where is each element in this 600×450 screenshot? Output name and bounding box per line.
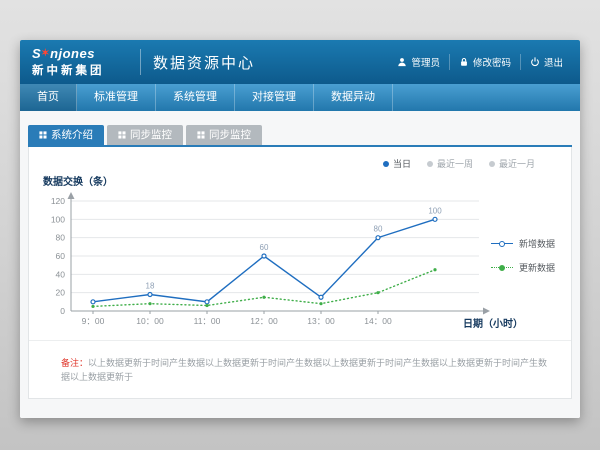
filter-label: 最近一周 [437,157,473,170]
filter-today[interactable]: 当日 [383,157,411,170]
tab-sync-monitor-2[interactable]: 同步监控 [186,125,262,145]
legend-dot-icon [427,161,433,167]
tab-sync-monitor-1[interactable]: 同步监控 [107,125,183,145]
grid-icon [197,131,205,139]
page-title: 数据资源中心 [153,52,255,73]
svg-text:18: 18 [146,282,155,291]
main-nav: 首页 标准管理 系统管理 对接管理 数据异动 [20,84,580,111]
svg-text:40: 40 [56,269,66,279]
nav-item-data-change[interactable]: 数据异动 [314,84,393,111]
legend-dot-icon [489,161,495,167]
filter-label: 最近一月 [499,157,535,170]
admin-user-label: 管理员 [411,55,440,69]
svg-text:14：00: 14：00 [364,316,392,326]
svg-text:12：00: 12：00 [250,316,278,326]
logout-button[interactable]: 退出 [520,54,572,70]
line-chart[interactable]: 0 20 40 60 80 100 120 9：00 10：00 11：00 12：00 13：00 1… [37,191,497,336]
chart-panel: 当日 最近一周 最近一月 数据交换（条） 0 20 40 60 80 100 120 9：00… [28,147,572,399]
tab-system-intro[interactable]: 系统介绍 [28,125,104,145]
logo-text: njones [50,46,95,61]
svg-text:80: 80 [374,225,383,234]
note-text: 以上数据更新于时间产生数据以上数据更新于时间产生数据以上数据更新于时间产生数据以… [61,358,547,382]
svg-text:120: 120 [51,196,65,206]
desktop-background: S✶njones 新中新集团 数据资源中心 管理员 修改密码 退出 [0,0,600,450]
logo-text: S [32,46,41,61]
lock-icon [459,57,469,67]
note-prefix: 备注： [61,358,88,368]
logo-company-name: 新中新集团 [32,62,128,78]
grid-icon [39,131,47,139]
legend-updated-data[interactable]: 更新数据 [491,261,555,274]
svg-text:80: 80 [56,233,66,243]
y-axis-title: 数据交换（条） [43,173,113,188]
change-password-label: 修改密码 [473,55,511,69]
synjones-logo: S✶njones 新中新集团 [32,47,128,78]
content-area: 系统介绍 同步监控 同步监控 当日 [20,111,580,418]
svg-text:0: 0 [60,306,65,316]
series-label: 新增数据 [519,237,555,250]
svg-text:60: 60 [260,243,269,252]
footnote: 备注：以上数据更新于时间产生数据以上数据更新于时间产生数据以上数据更新于时间产生… [29,340,571,398]
user-icon [397,57,407,67]
x-axis-title: 日期（小时） [463,315,523,330]
svg-text:100: 100 [428,206,442,215]
legend-dot-icon [383,161,389,167]
svg-text:13：00: 13：00 [307,316,335,326]
tab-label: 同步监控 [130,125,172,145]
top-header: S✶njones 新中新集团 数据资源中心 管理员 修改密码 退出 [20,40,580,84]
logo-wordmark: S✶njones [32,47,128,60]
filter-label: 当日 [393,157,411,170]
header-actions: 管理员 修改密码 退出 [388,40,572,84]
nav-item-interface-management[interactable]: 对接管理 [235,84,314,111]
grid-icon [118,131,126,139]
filter-last-month[interactable]: 最近一月 [489,157,535,170]
svg-text:9：00: 9：00 [82,316,105,326]
svg-text:10：00: 10：00 [136,316,164,326]
header-divider [140,49,141,75]
change-password-button[interactable]: 修改密码 [449,54,520,70]
logout-label: 退出 [544,55,563,69]
svg-text:60: 60 [56,251,66,261]
tab-bar: 系统介绍 同步监控 同步监控 [28,125,572,147]
legend-new-data[interactable]: 新增数据 [491,237,555,250]
tab-label: 系统介绍 [51,125,93,145]
series-legend: 新增数据 更新数据 [491,237,555,285]
nav-item-home[interactable]: 首页 [20,84,77,111]
tab-label: 同步监控 [209,125,251,145]
app-window: S✶njones 新中新集团 数据资源中心 管理员 修改密码 退出 [20,40,580,418]
svg-text:20: 20 [56,288,66,298]
filter-last-week[interactable]: 最近一周 [427,157,473,170]
svg-text:11：00: 11：00 [194,316,221,326]
nav-item-system-management[interactable]: 系统管理 [156,84,235,111]
blue-line-sample-icon [491,243,513,244]
time-filter-legend: 当日 最近一周 最近一月 [383,157,535,170]
admin-user-button[interactable]: 管理员 [388,54,449,70]
svg-text:100: 100 [51,214,65,224]
nav-item-standard-management[interactable]: 标准管理 [77,84,156,111]
series-label: 更新数据 [519,261,555,274]
power-icon [530,57,540,67]
logo-star-icon: ✶ [41,48,50,59]
green-line-sample-icon [491,267,513,268]
